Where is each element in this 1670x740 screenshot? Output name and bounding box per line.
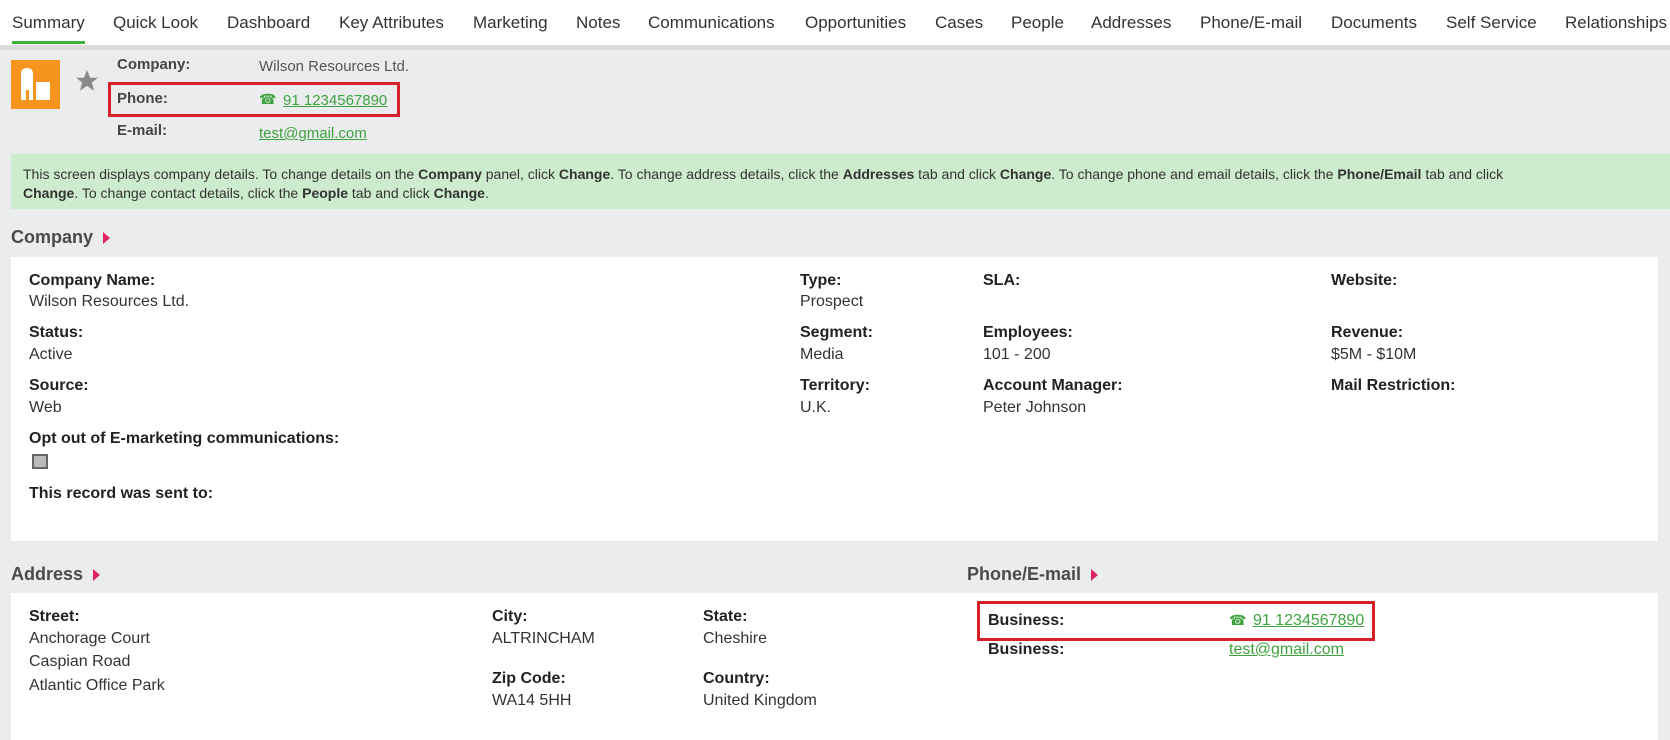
address-heading-text: Address — [11, 564, 84, 584]
tab-self-service[interactable]: Self Service — [1446, 13, 1537, 33]
country-value: United Kingdom — [703, 692, 817, 709]
tab-documents[interactable]: Documents — [1331, 13, 1417, 33]
address-panel — [11, 593, 1658, 740]
street-line-3: Atlantic Office Park — [29, 677, 165, 694]
notice-text: . To change address details, click the — [610, 166, 843, 182]
highlight-box — [977, 601, 1375, 641]
notice-text: . To change contact details, click the — [74, 185, 303, 201]
company-section-heading[interactable]: Company — [11, 227, 111, 248]
notice-text: panel, click — [481, 166, 559, 182]
country-label: Country: — [703, 670, 770, 687]
company-heading-text: Company — [11, 227, 94, 247]
notice-text: This screen displays company details. To… — [23, 166, 419, 182]
phone-email-heading-text: Phone/E-mail — [967, 564, 1082, 584]
city-value: ALTRINCHAM — [492, 630, 595, 647]
source-value: Web — [29, 399, 62, 416]
notice-bold: Change — [433, 185, 485, 201]
tab-addresses[interactable]: Addresses — [1091, 13, 1171, 33]
zip-label: Zip Code: — [492, 670, 566, 687]
zip-value: WA14 5HH — [492, 692, 572, 709]
tab-summary[interactable]: Summary — [12, 13, 85, 44]
territory-label: Territory: — [800, 377, 870, 394]
tab-phone-email[interactable]: Phone/E-mail — [1200, 13, 1302, 33]
tab-relationships[interactable]: Relationships — [1565, 13, 1667, 33]
notice-bold: Change — [999, 166, 1052, 182]
account-manager-value: Peter Johnson — [983, 399, 1087, 416]
notice-bold: Change — [558, 166, 611, 182]
tab-dashboard[interactable]: Dashboard — [227, 13, 310, 33]
type-label: Type: — [800, 272, 842, 289]
business-email-link[interactable]: test@gmail.com — [1229, 641, 1344, 659]
highlight-box — [108, 82, 400, 117]
notice-text: . To change phone and email details, cli… — [1051, 166, 1338, 182]
status-value: Active — [29, 346, 73, 363]
revenue-value: $5M - $10M — [1331, 346, 1417, 363]
optout-label: Opt out of E-marketing communications: — [29, 430, 340, 447]
header-company-label: Company: — [117, 56, 191, 73]
mail-restriction-label: Mail Restriction: — [1331, 377, 1456, 394]
header-email-label: E-mail: — [117, 122, 168, 139]
tab-quick-look[interactable]: Quick Look — [113, 13, 198, 33]
state-label: State: — [703, 608, 748, 625]
notice-bold: Company — [418, 166, 482, 182]
city-label: City: — [492, 608, 528, 625]
tab-cases[interactable]: Cases — [935, 13, 983, 33]
notice-text: tab and click — [348, 185, 434, 201]
status-label: Status: — [29, 324, 84, 341]
address-section-heading[interactable]: Address — [11, 564, 101, 585]
favorite-star-icon[interactable] — [74, 68, 100, 94]
tab-bar: Summary Quick Look Dashboard Key Attribu… — [0, 0, 1670, 50]
tab-notes[interactable]: Notes — [576, 13, 620, 33]
expand-arrow-icon[interactable] — [93, 569, 101, 582]
notice-bold: Change — [23, 185, 75, 201]
notice-bold: Addresses — [842, 166, 915, 182]
tab-communications[interactable]: Communications — [648, 13, 775, 33]
street-label: Street: — [29, 608, 80, 625]
sent-to-label: This record was sent to: — [29, 485, 214, 502]
notice-text: tab and click — [914, 166, 1000, 182]
notice-text: . — [484, 185, 489, 201]
state-value: Cheshire — [703, 630, 768, 647]
segment-label: Segment: — [800, 324, 873, 341]
notice-bold: People — [302, 185, 349, 201]
tab-people[interactable]: People — [1011, 13, 1064, 33]
tab-key-attributes[interactable]: Key Attributes — [339, 13, 444, 33]
street-line-1: Anchorage Court — [29, 630, 150, 647]
expand-arrow-icon[interactable] — [103, 232, 111, 245]
employees-label: Employees: — [983, 324, 1073, 341]
business-email-label: Business: — [988, 641, 1065, 658]
source-label: Source: — [29, 377, 89, 394]
street-line-2: Caspian Road — [29, 653, 131, 670]
info-notice: This screen displays company details. To… — [11, 154, 1670, 209]
account-manager-label: Account Manager: — [983, 377, 1123, 394]
tab-marketing[interactable]: Marketing — [473, 13, 548, 33]
territory-value: U.K. — [800, 399, 832, 416]
optout-checkbox[interactable] — [32, 454, 48, 469]
employees-value: 101 - 200 — [983, 346, 1051, 363]
website-label: Website: — [1331, 272, 1398, 289]
header-company-value: Wilson Resources Ltd. — [259, 58, 410, 75]
sla-label: SLA: — [983, 272, 1021, 289]
notice-bold: Phone/Email — [1337, 166, 1422, 182]
expand-arrow-icon[interactable] — [1091, 569, 1099, 582]
revenue-label: Revenue: — [1331, 324, 1404, 341]
header-email-link[interactable]: test@gmail.com — [259, 125, 367, 142]
notice-text: tab and click — [1421, 166, 1504, 182]
company-name-value: Wilson Resources Ltd. — [29, 293, 190, 310]
type-value: Prospect — [800, 293, 864, 310]
phone-email-section-heading[interactable]: Phone/E-mail — [967, 564, 1099, 585]
segment-value: Media — [800, 346, 844, 363]
company-name-label: Company Name: — [29, 272, 156, 289]
tab-opportunities[interactable]: Opportunities — [805, 13, 906, 33]
company-icon — [11, 60, 60, 109]
